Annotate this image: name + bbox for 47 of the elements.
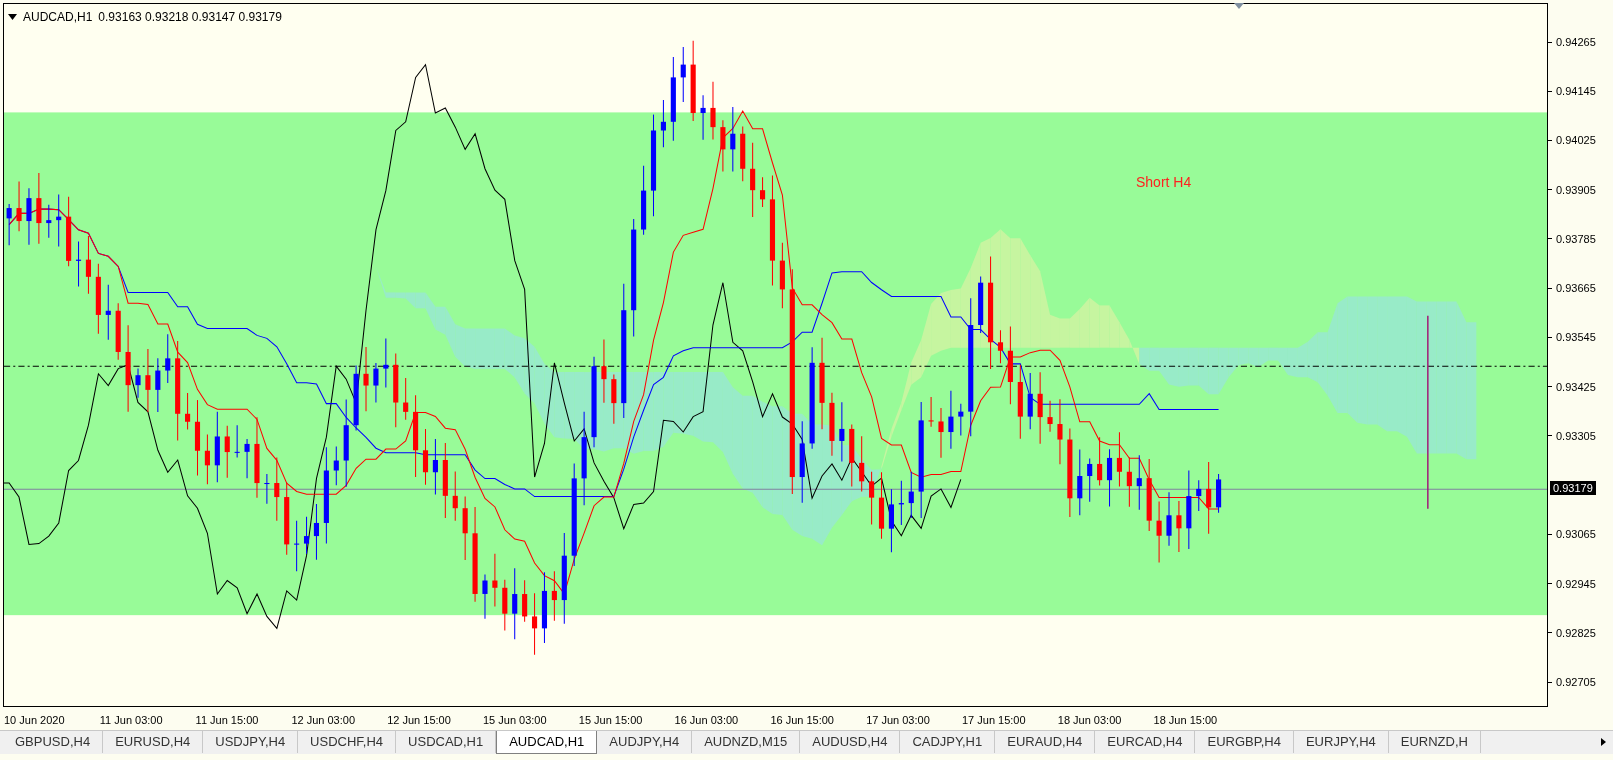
chart-tab[interactable]: EURCAD,H4: [1095, 731, 1196, 753]
time-axis-label: 17 Jun 03:00: [866, 714, 930, 726]
price-tick-label: 0.93785: [1556, 231, 1596, 246]
chart-quotes: 0.93163 0.93218 0.93147 0.93179: [98, 9, 282, 26]
chart-tab[interactable]: EURNZD,H: [1388, 731, 1481, 753]
time-axis-label: 11 Jun 03:00: [99, 714, 163, 726]
price-tick-label: 0.93065: [1556, 527, 1596, 542]
shift-marker-icon[interactable]: [1234, 3, 1244, 9]
time-axis-label: 18 Jun 03:00: [1057, 714, 1122, 726]
price-tick-label: 0.93425: [1556, 379, 1596, 394]
price-tick-label: 0.93905: [1556, 182, 1596, 197]
chart-tab[interactable]: GBPUSD,H4: [3, 731, 104, 753]
dropdown-caret-icon[interactable]: [8, 14, 17, 20]
chart-tab[interactable]: EURJPY,H4: [1293, 731, 1389, 753]
current-price-label: 0.93179: [1550, 480, 1596, 495]
time-axis-label: 11 Jun 15:00: [195, 714, 259, 726]
time-axis-label: 16 Jun 15:00: [770, 714, 834, 726]
chart-tab[interactable]: USDCHF,H4: [298, 731, 397, 753]
price-tick-label: 0.94145: [1556, 84, 1596, 99]
chart-tab[interactable]: AUDNZD,M15: [692, 731, 801, 753]
chart-tab[interactable]: AUDUSD,H4: [800, 731, 901, 753]
price-tick-label: 0.94025: [1556, 133, 1596, 148]
price-tick-label: 0.93665: [1556, 281, 1596, 296]
time-axis-label: 10 Jun 2020: [4, 714, 65, 726]
chart-tab[interactable]: CADJPY,H1: [900, 731, 996, 753]
price-tick-label: 0.93305: [1556, 428, 1596, 443]
time-axis-label: 16 Jun 03:00: [674, 714, 739, 726]
price-tick-label: 0.92705: [1556, 675, 1596, 689]
time-axis-label: 12 Jun 03:00: [291, 714, 355, 726]
chart-tab[interactable]: EURAUD,H4: [995, 731, 1096, 753]
time-axis-label: 18 Jun 15:00: [1153, 714, 1218, 726]
chart-tab[interactable]: AUDJPY,H4: [597, 731, 693, 753]
price-tick-label: 0.94265: [1556, 35, 1596, 49]
chart-tab[interactable]: USDJPY,H4: [203, 731, 299, 753]
price-tick-label: 0.93545: [1556, 330, 1596, 345]
zone-label: Short H4: [1136, 173, 1192, 192]
time-axis-label: 15 Jun 15:00: [578, 714, 643, 726]
price-tick-label: 0.92945: [1556, 576, 1596, 591]
price-tick-label: 0.92825: [1556, 625, 1596, 640]
chart-tab[interactable]: EURUSD,H4: [103, 731, 204, 753]
chart-tab[interactable]: AUDCAD,H1: [496, 731, 598, 754]
chart-tab[interactable]: EURGBP,H4: [1195, 731, 1294, 753]
scroll-right-icon: [1600, 738, 1606, 746]
time-axis-label: 15 Jun 03:00: [483, 714, 547, 726]
time-axis-label: 12 Jun 15:00: [387, 714, 451, 726]
time-axis-label: 17 Jun 15:00: [961, 714, 1026, 726]
chart-symbol: AUDCAD,H1: [23, 9, 93, 26]
